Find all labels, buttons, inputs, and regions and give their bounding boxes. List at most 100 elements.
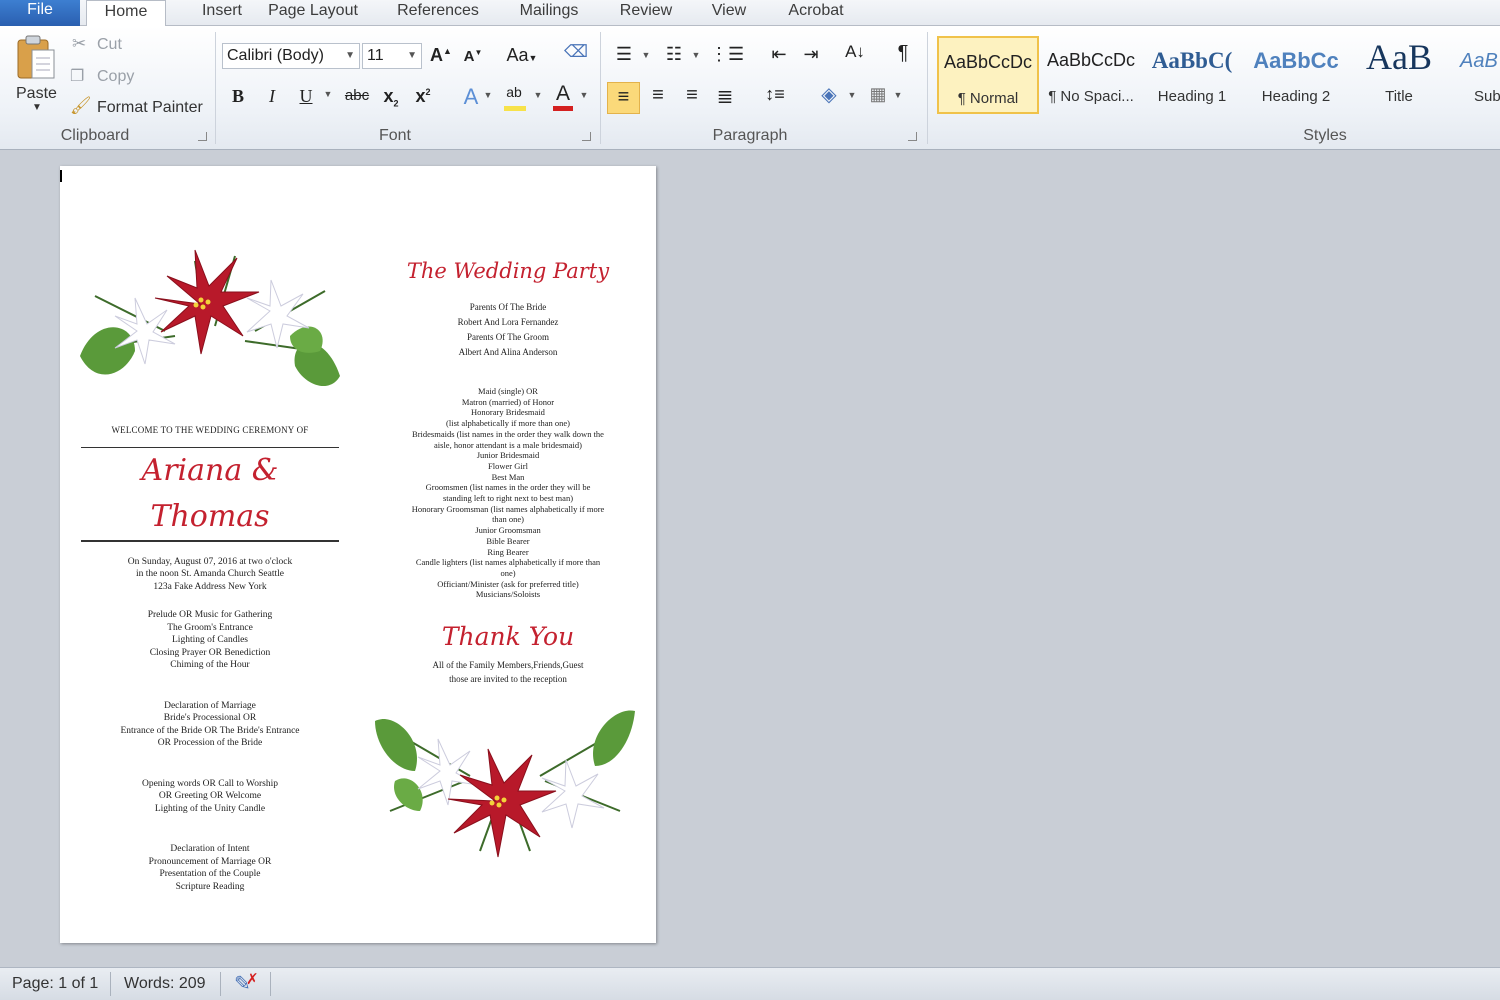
align-center-icon[interactable]: ≡ bbox=[646, 84, 670, 107]
font-size-value: 11 bbox=[367, 47, 384, 64]
grow-font-icon[interactable]: A▲ bbox=[430, 45, 452, 66]
style-name: ¶ No Spaci... bbox=[1048, 88, 1134, 105]
highlight-color-button[interactable]: ab bbox=[502, 84, 528, 112]
bullets-icon[interactable]: ☰ bbox=[612, 44, 636, 65]
borders-icon[interactable]: ▦ bbox=[866, 84, 890, 105]
party-line: aisle, honor attendant is a male bridesm… bbox=[434, 439, 582, 450]
font-dialog-launcher[interactable] bbox=[582, 132, 591, 141]
program-line: Scripture Reading bbox=[175, 881, 245, 892]
chevron-down-icon[interactable]: ▼ bbox=[640, 50, 652, 60]
ribbon-tabs: File Home Insert Page Layout References … bbox=[0, 0, 1500, 27]
paragraph-dialog-launcher[interactable] bbox=[908, 132, 917, 141]
program-block: Opening words OR Call to Worship OR Gree… bbox=[80, 778, 340, 816]
tab-insert[interactable]: Insert bbox=[180, 0, 264, 26]
parents-line: Albert And Alina Anderson bbox=[458, 347, 558, 357]
style-title[interactable]: AaB Title bbox=[1350, 36, 1448, 114]
party-line: standing left to right next to best man) bbox=[442, 493, 574, 504]
chevron-down-icon[interactable]: ▼ bbox=[892, 90, 904, 100]
chevron-down-icon[interactable]: ▼ bbox=[482, 90, 494, 100]
tab-acrobat[interactable]: Acrobat bbox=[780, 0, 852, 26]
decrease-indent-icon[interactable]: ⇤ bbox=[766, 44, 792, 65]
proofing-error-icon: ✗ bbox=[246, 971, 259, 988]
style-no-spacing[interactable]: AaBbCcDc ¶ No Spaci... bbox=[1042, 36, 1140, 114]
party-line: Bible Bearer bbox=[486, 535, 530, 546]
bold-icon[interactable]: B bbox=[228, 86, 248, 107]
program-line: Bride's Processional OR bbox=[163, 713, 257, 723]
increase-indent-icon[interactable]: ⇥ bbox=[798, 44, 824, 65]
paste-button[interactable]: Paste ▼ bbox=[8, 30, 64, 120]
parents-block: Parents Of The Bride Robert And Lora Fer… bbox=[386, 300, 630, 360]
text-effects-icon[interactable]: A bbox=[458, 84, 484, 110]
copy-button[interactable]: ❐ Copy bbox=[70, 66, 150, 88]
strikethrough-icon[interactable]: abc bbox=[342, 87, 372, 104]
chevron-down-icon[interactable]: ▼ bbox=[532, 90, 544, 100]
program-line: Chiming of the Hour bbox=[170, 660, 250, 670]
document-page[interactable]: WELCOME TO THE WEDDING CEREMONY OF Arian… bbox=[60, 166, 656, 943]
line-spacing-icon[interactable]: ↕≡ bbox=[758, 84, 792, 105]
clear-formatting-icon[interactable]: ⌫ bbox=[563, 42, 589, 62]
style-heading-2[interactable]: AaBbCc Heading 2 bbox=[1246, 36, 1346, 114]
tab-view[interactable]: View bbox=[704, 0, 754, 26]
party-line: Flower Girl bbox=[488, 460, 528, 471]
program-line: Declaration of Intent bbox=[170, 844, 250, 854]
tab-mailings[interactable]: Mailings bbox=[510, 0, 588, 26]
style-heading-1[interactable]: AaBbC( Heading 1 bbox=[1144, 36, 1240, 114]
style-sample: AaB bbox=[1366, 37, 1432, 77]
align-right-icon[interactable]: ≡ bbox=[680, 84, 704, 107]
justify-icon[interactable]: ≣ bbox=[713, 84, 737, 109]
program-line: Prelude OR Music for Gathering bbox=[147, 610, 273, 620]
program-line: Declaration of Marriage bbox=[164, 700, 256, 711]
tab-references[interactable]: References bbox=[390, 0, 486, 26]
multilevel-list-icon[interactable]: ⋮☰ bbox=[710, 44, 744, 65]
party-line: Honorary Bridesmaid bbox=[471, 407, 545, 418]
cut-button[interactable]: ✂ Cut bbox=[70, 34, 150, 56]
party-line: Candle lighters (list names alphabetical… bbox=[415, 557, 601, 568]
style-name: Heading 2 bbox=[1261, 88, 1331, 105]
party-line: Groomsmen (list names in the order they … bbox=[425, 482, 591, 493]
font-size-select[interactable]: 11 ▼ bbox=[362, 43, 422, 69]
chevron-down-icon[interactable]: ▼ bbox=[578, 90, 590, 100]
font-name-select[interactable]: Calibri (Body) ▼ bbox=[222, 43, 360, 69]
program-line: Lighting of the Unity Candle bbox=[154, 803, 266, 814]
program-line: OR Greeting OR Welcome bbox=[158, 791, 262, 801]
style-subtitle[interactable]: AaB Sub bbox=[1455, 36, 1500, 114]
thank-you-line: those are invited to the reception bbox=[449, 674, 567, 685]
change-case-button[interactable]: Aa▼ bbox=[500, 45, 544, 66]
subscript-icon[interactable]: x2 bbox=[380, 86, 402, 109]
thank-you-line: All of the Family Members,Friends,Guest bbox=[432, 660, 584, 671]
left-column: WELCOME TO THE WEDDING CEREMONY OF Arian… bbox=[80, 424, 340, 893]
font-color-button[interactable]: A bbox=[552, 82, 576, 112]
tab-file[interactable]: File bbox=[0, 0, 80, 26]
program-line: Closing Prayer OR Benediction bbox=[149, 647, 271, 658]
clipboard-dialog-launcher[interactable] bbox=[198, 132, 207, 141]
shrink-font-icon[interactable]: A▼ bbox=[462, 48, 484, 65]
style-name: Title bbox=[1385, 88, 1413, 105]
underline-icon[interactable]: U bbox=[296, 86, 316, 107]
party-line: Maid (single) OR bbox=[478, 386, 538, 396]
status-divider bbox=[220, 972, 221, 996]
sort-icon[interactable]: A↓ bbox=[842, 42, 868, 62]
numbering-icon[interactable]: ☷ bbox=[662, 44, 686, 65]
tab-home[interactable]: Home bbox=[86, 0, 166, 27]
paste-dropdown-icon[interactable]: ▼ bbox=[32, 102, 42, 113]
pilcrow-icon[interactable]: ¶ bbox=[892, 42, 914, 65]
program-line: Lighting of Candles bbox=[172, 635, 248, 645]
superscript-icon[interactable]: x2 bbox=[412, 86, 434, 107]
tab-review[interactable]: Review bbox=[614, 0, 678, 26]
chevron-down-icon[interactable]: ▼ bbox=[690, 50, 702, 60]
page-count[interactable]: Page: 1 of 1 bbox=[12, 975, 98, 993]
parents-line: Robert And Lora Fernandez bbox=[457, 317, 559, 327]
style-normal[interactable]: AaBbCcDc ¶ Normal bbox=[937, 36, 1039, 114]
italic-icon[interactable]: I bbox=[262, 86, 282, 107]
copy-label: Copy bbox=[97, 68, 135, 85]
underline-dropdown-icon[interactable]: ▼ bbox=[322, 89, 334, 99]
scissors-icon: ✂ bbox=[72, 34, 87, 53]
tab-page-layout[interactable]: Page Layout bbox=[262, 0, 364, 26]
style-name: ¶ Normal bbox=[957, 90, 1019, 107]
chevron-down-icon[interactable]: ▼ bbox=[846, 90, 858, 100]
party-line: Matron (married) of Honor bbox=[461, 396, 555, 407]
shading-icon[interactable]: ◈ bbox=[816, 82, 842, 107]
word-count[interactable]: Words: 209 bbox=[124, 975, 206, 993]
format-painter-button[interactable]: 🖌 Format Painter bbox=[70, 96, 210, 119]
align-left-icon[interactable]: ≡ bbox=[607, 82, 640, 114]
